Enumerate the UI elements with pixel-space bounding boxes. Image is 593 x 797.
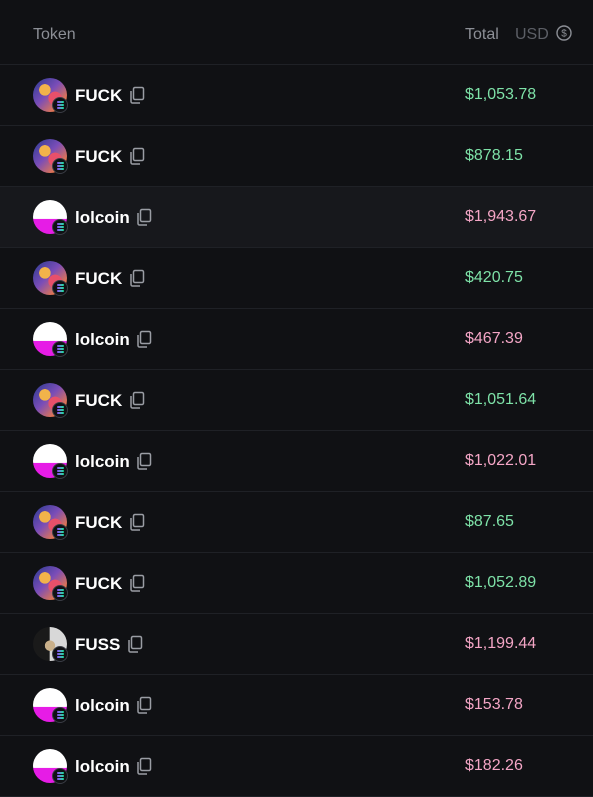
table-row[interactable]: FUSS $1,199.44 bbox=[0, 614, 593, 675]
token-total-value: $1,022.01 bbox=[465, 452, 537, 469]
column-header-token[interactable]: Token bbox=[33, 26, 76, 44]
table-row[interactable]: FUCK $1,051.64 bbox=[0, 370, 593, 431]
table-row[interactable]: FUCK $420.75 bbox=[0, 248, 593, 309]
table-row[interactable]: lolcoin $153.78 bbox=[0, 675, 593, 736]
copy-icon[interactable] bbox=[135, 757, 153, 775]
token-total-value: $467.39 bbox=[465, 330, 523, 347]
table-header: Token Total USD $ bbox=[0, 0, 593, 65]
table-row[interactable]: lolcoin $1,943.67 bbox=[0, 187, 593, 248]
solana-chain-icon bbox=[52, 585, 68, 601]
token-total-value: $1,053.78 bbox=[465, 86, 537, 103]
token-name: FUCK bbox=[75, 574, 123, 593]
token-name: FUCK bbox=[75, 86, 123, 105]
table-row[interactable]: FUCK $87.65 bbox=[0, 492, 593, 553]
token-name: FUCK bbox=[75, 269, 123, 288]
token-total-value: $153.78 bbox=[465, 696, 523, 713]
solana-chain-icon bbox=[52, 158, 68, 174]
token-name: FUCK bbox=[75, 513, 123, 532]
copy-icon[interactable] bbox=[128, 513, 146, 531]
currency-swap-icon[interactable]: $ bbox=[556, 25, 572, 41]
token-total-value: $1,199.44 bbox=[465, 635, 537, 652]
token-name: FUSS bbox=[75, 635, 121, 654]
solana-chain-icon bbox=[52, 97, 68, 113]
token-name: lolcoin bbox=[75, 208, 130, 227]
table-row[interactable]: FUCK $878.15 bbox=[0, 126, 593, 187]
solana-chain-icon bbox=[52, 768, 68, 784]
token-total-value: $1,051.64 bbox=[465, 391, 537, 408]
table-row[interactable]: lolcoin $1,022.01 bbox=[0, 431, 593, 492]
solana-chain-icon bbox=[52, 463, 68, 479]
token-total-value: $1,052.89 bbox=[465, 574, 537, 591]
table-row[interactable]: lolcoin $467.39 bbox=[0, 309, 593, 370]
copy-icon[interactable] bbox=[135, 452, 153, 470]
copy-icon[interactable] bbox=[128, 391, 146, 409]
token-total-value: $420.75 bbox=[465, 269, 523, 286]
token-table: Token Total USD $ FUCK $1,053.78 FUCK $878.… bbox=[0, 0, 593, 797]
token-name: lolcoin bbox=[75, 452, 130, 471]
table-row[interactable]: FUCK $1,052.89 bbox=[0, 553, 593, 614]
copy-icon[interactable] bbox=[128, 269, 146, 287]
token-total-value: $87.65 bbox=[465, 513, 514, 530]
copy-icon[interactable] bbox=[128, 86, 146, 104]
copy-icon[interactable] bbox=[128, 147, 146, 165]
token-name: FUCK bbox=[75, 391, 123, 410]
token-total-value: $1,943.67 bbox=[465, 208, 537, 225]
solana-chain-icon bbox=[52, 646, 68, 662]
copy-icon[interactable] bbox=[135, 330, 153, 348]
column-header-total[interactable]: Total bbox=[465, 26, 499, 44]
solana-chain-icon bbox=[52, 219, 68, 235]
table-row[interactable]: FUCK $1,053.78 bbox=[0, 65, 593, 126]
token-name: lolcoin bbox=[75, 696, 130, 715]
token-total-value: $182.26 bbox=[465, 757, 523, 774]
solana-chain-icon bbox=[52, 524, 68, 540]
svg-text:$: $ bbox=[561, 29, 567, 40]
token-name: FUCK bbox=[75, 147, 123, 166]
solana-chain-icon bbox=[52, 341, 68, 357]
solana-chain-icon bbox=[52, 707, 68, 723]
copy-icon[interactable] bbox=[135, 208, 153, 226]
copy-icon[interactable] bbox=[128, 574, 146, 592]
copy-icon[interactable] bbox=[135, 696, 153, 714]
currency-label[interactable]: USD bbox=[515, 26, 549, 44]
solana-chain-icon bbox=[52, 280, 68, 296]
token-total-value: $878.15 bbox=[465, 147, 523, 164]
solana-chain-icon bbox=[52, 402, 68, 418]
table-row[interactable]: lolcoin $182.26 bbox=[0, 736, 593, 797]
token-name: lolcoin bbox=[75, 330, 130, 349]
copy-icon[interactable] bbox=[126, 635, 144, 653]
token-name: lolcoin bbox=[75, 757, 130, 776]
table-body: FUCK $1,053.78 FUCK $878.15 lolcoin $1,943.67… bbox=[0, 65, 593, 797]
